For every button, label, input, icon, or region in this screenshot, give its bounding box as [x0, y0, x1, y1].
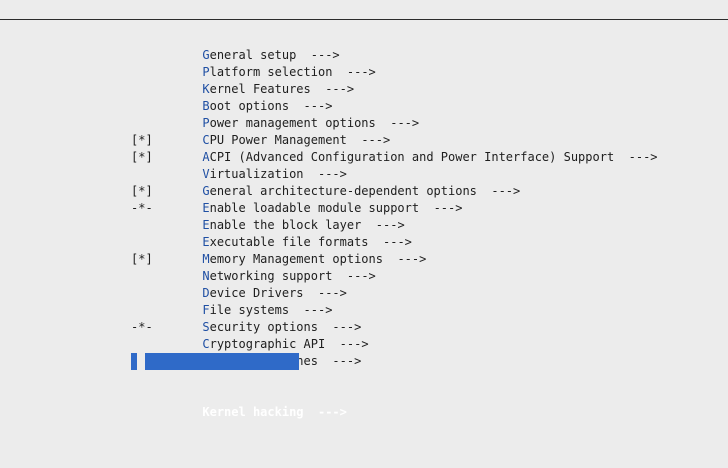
menu-item-power-management-options[interactable]: Power management options ---> [131, 98, 658, 130]
title-divider [0, 19, 728, 20]
menu-item-general-setup[interactable]: General setup ---> [131, 30, 658, 62]
option-state: -*- [131, 201, 153, 215]
menu-item-memory-management-options[interactable]: Memory Management options ---> [131, 234, 658, 266]
menu-item-security-options[interactable]: Security options ---> [131, 302, 658, 334]
selection-highlight [145, 353, 299, 370]
option-state: [*] [131, 150, 153, 164]
hotkey-letter: K [202, 405, 210, 419]
menu-item-platform-selection[interactable]: Platform selection ---> [131, 47, 658, 79]
option-state: [*] [131, 133, 153, 147]
option-state: [*] [131, 252, 153, 266]
menu-item-networking-support[interactable]: [*] Networking support ---> [131, 251, 658, 283]
menu-item-cpu-power-management[interactable]: CPU Power Management ---> [131, 115, 658, 147]
menu-item-virtualization[interactable]: [*] Virtualization ---> [131, 149, 658, 181]
submenu-arrow: ---> [317, 405, 347, 419]
menu-item-cryptographic-api[interactable]: -*- Cryptographic API ---> [131, 319, 658, 351]
menu-item-device-drivers[interactable]: Device Drivers ---> [131, 268, 658, 300]
selection-highlight-left [131, 353, 137, 370]
menu-item-general-architecture-options[interactable]: General architecture-dependent options -… [131, 166, 658, 198]
menu-item-boot-options[interactable]: Boot options ---> [131, 81, 658, 113]
menu-item-loadable-module-support[interactable]: [*] Enable loadable module support ---> [131, 183, 658, 215]
menu-item-kernel-features[interactable]: Kernel Features ---> [131, 64, 658, 96]
menu-item-file-systems[interactable]: File systems ---> [131, 285, 658, 317]
menu-item-executable-file-formats[interactable]: Executable file formats ---> [131, 217, 658, 249]
menu-item-block-layer[interactable]: -*- Enable the block layer ---> [131, 200, 658, 232]
menu-item-acpi-support[interactable]: [*] ACPI (Advanced Configuration and Powe… [131, 132, 658, 164]
option-state: [*] [131, 184, 153, 198]
menu-item-library-routines[interactable]: Library routines ---> [131, 336, 658, 368]
menu-item-label: ernel hacking [209, 405, 304, 419]
menuconfig-screen: General setup ---> Platform selection --… [0, 0, 728, 468]
kernel-config-menu: General setup ---> Platform selection --… [131, 30, 658, 419]
menu-item-kernel-hacking[interactable]: Kernel hacking ---> [131, 353, 658, 419]
option-state: -*- [131, 320, 153, 334]
